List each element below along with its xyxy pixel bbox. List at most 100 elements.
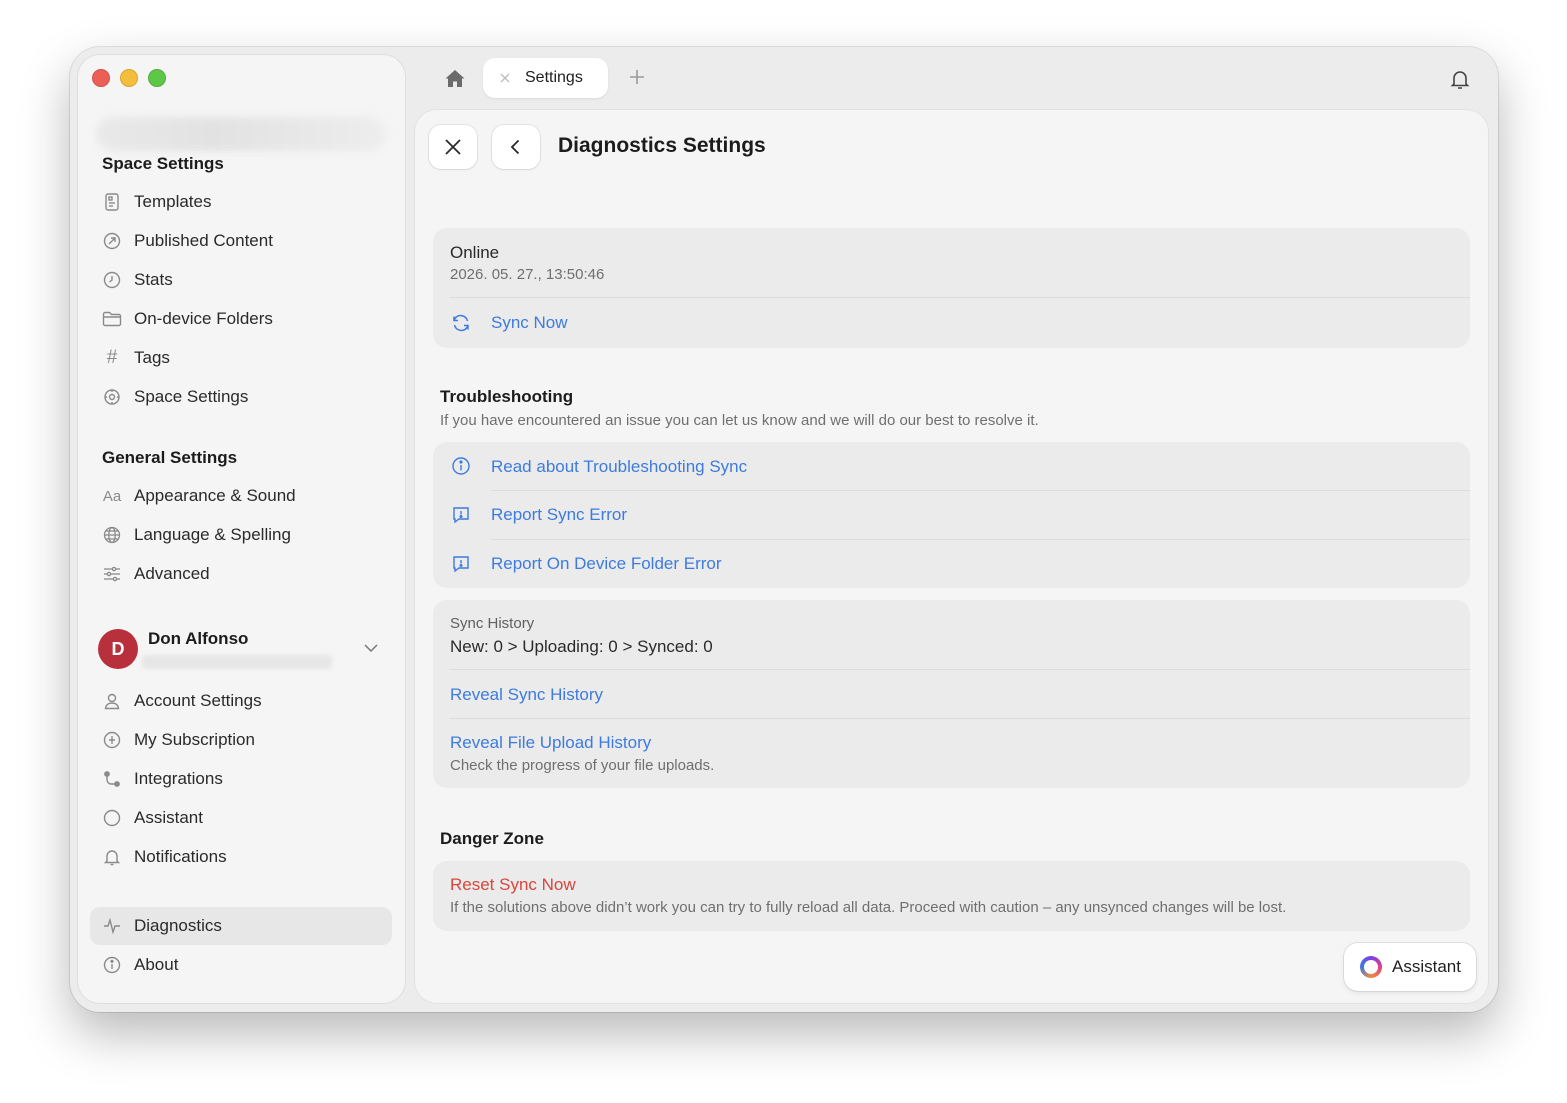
sliders-icon [102, 564, 122, 584]
person-icon [102, 691, 122, 711]
space-settings-heading: Space Settings [102, 154, 224, 173]
report-folder-error-row[interactable]: Report On Device Folder Error [433, 540, 1470, 588]
read-troubleshooting-link[interactable]: Read about Troubleshooting Sync [491, 457, 747, 477]
sidebar: Space Settings Templates Published Conte… [78, 55, 405, 1003]
report-icon [453, 556, 469, 573]
published-icon [102, 231, 122, 251]
sidebar-item-label: Stats [134, 270, 173, 289]
sidebar-item-label: Language & Spelling [134, 525, 291, 544]
sidebar-item-label: Published Content [134, 231, 273, 250]
report-sync-error-link[interactable]: Report Sync Error [491, 505, 627, 525]
reveal-sync-history-link[interactable]: Reveal Sync History [450, 685, 603, 705]
sidebar-item-label: Appearance & Sound [134, 486, 296, 505]
sync-icon [453, 314, 469, 332]
reveal-upload-history-row[interactable]: Reveal File Upload History Check the pro… [433, 719, 1470, 788]
reveal-upload-history-link[interactable]: Reveal File Upload History [450, 733, 651, 753]
reset-sync-link[interactable]: Reset Sync Now [450, 875, 576, 895]
folder-icon [102, 309, 122, 329]
tab-label: Settings [525, 69, 583, 86]
sidebar-item-notifications[interactable]: Notifications [90, 838, 392, 876]
sidebar-item-label: Space Settings [134, 387, 249, 406]
close-settings-button[interactable] [429, 125, 477, 169]
sync-status-card: Online 2026. 05. 27., 13:50:46 Sync Now [433, 228, 1470, 348]
sync-history-card: Sync History New: 0 > Uploading: 0 > Syn… [433, 600, 1470, 788]
sidebar-item-label: Assistant [134, 808, 203, 827]
general-settings-heading: General Settings [102, 448, 238, 467]
zoom-window-button[interactable] [148, 69, 166, 87]
sidebar-item-templates[interactable]: Templates [90, 183, 392, 221]
sidebar-item-my-subscription[interactable]: My Subscription [90, 721, 392, 759]
sidebar-item-label: Diagnostics [134, 916, 222, 935]
sidebar-item-stats[interactable]: Stats [90, 261, 392, 299]
troubleshooting-heading: Troubleshooting [440, 387, 574, 406]
chevron-down-icon[interactable] [362, 639, 380, 657]
profile-name: Don Alfonso [148, 629, 249, 648]
text-aa-icon: Aa [102, 487, 122, 505]
close-tab-icon[interactable] [499, 72, 511, 84]
sidebar-item-label: Advanced [134, 564, 210, 583]
sidebar-item-assistant[interactable]: Assistant [90, 799, 392, 837]
profile-email-redacted [142, 655, 332, 669]
sidebar-item-tags[interactable]: # Tags [90, 339, 392, 377]
bell-icon [102, 847, 122, 867]
window-controls [92, 69, 166, 87]
sidebar-item-published-content[interactable]: Published Content [90, 222, 392, 260]
page-title: Diagnostics Settings [558, 134, 766, 157]
assistant-ring-icon [1360, 956, 1382, 978]
sidebar-item-space-settings[interactable]: Space Settings [90, 378, 392, 416]
assistant-button[interactable]: Assistant [1344, 943, 1476, 991]
sidebar-item-integrations[interactable]: Integrations [90, 760, 392, 798]
globe-icon [102, 525, 122, 545]
home-icon[interactable] [443, 67, 467, 91]
sidebar-item-language-spelling[interactable]: Language & Spelling [90, 516, 392, 554]
info-icon [102, 955, 122, 975]
space-switcher[interactable] [96, 117, 386, 151]
report-icon [453, 507, 469, 524]
last-sync-timestamp: 2026. 05. 27., 13:50:46 [450, 266, 605, 283]
assistant-button-label: Assistant [1392, 957, 1461, 976]
gear-icon [102, 387, 122, 407]
report-sync-error-row[interactable]: Report Sync Error [433, 491, 1470, 539]
profile-switcher[interactable]: D Don Alfonso [98, 625, 388, 675]
sidebar-item-label: Integrations [134, 769, 223, 788]
minimize-window-button[interactable] [120, 69, 138, 87]
sidebar-item-label: Notifications [134, 847, 227, 866]
sidebar-item-diagnostics[interactable]: Diagnostics [90, 907, 392, 945]
notifications-bell-icon[interactable] [1448, 67, 1472, 91]
template-icon [102, 192, 122, 212]
reveal-sync-history-row[interactable]: Reveal Sync History [433, 670, 1470, 718]
tab-settings[interactable]: Settings [483, 58, 608, 98]
sync-now-link[interactable]: Sync Now [491, 313, 568, 333]
sync-history-counts: New: 0 > Uploading: 0 > Synced: 0 [450, 637, 713, 656]
subscription-icon [102, 730, 122, 750]
sidebar-item-about[interactable]: About [90, 946, 392, 984]
reset-sync-description: If the solutions above didn’t work you c… [450, 899, 1287, 916]
troubleshooting-card: Read about Troubleshooting Sync Report S… [433, 442, 1470, 588]
clock-icon [102, 270, 122, 290]
troubleshooting-description: If you have encountered an issue you can… [440, 412, 1039, 429]
sidebar-item-label: About [134, 955, 179, 974]
hash-icon: # [106, 347, 118, 368]
connection-status: Online [450, 243, 500, 262]
sidebar-item-label: Templates [134, 192, 212, 211]
sidebar-item-appearance-sound[interactable]: Aa Appearance & Sound [90, 477, 392, 515]
sync-now-row[interactable]: Sync Now [433, 298, 1470, 348]
avatar: D [98, 629, 138, 669]
sidebar-item-on-device-folders[interactable]: On-device Folders [90, 300, 392, 338]
sidebar-item-advanced[interactable]: Advanced [90, 555, 392, 593]
plus-icon[interactable] [627, 67, 647, 87]
report-folder-error-link[interactable]: Report On Device Folder Error [491, 554, 722, 574]
back-button[interactable] [492, 125, 540, 169]
read-troubleshooting-row[interactable]: Read about Troubleshooting Sync [433, 442, 1470, 490]
close-window-button[interactable] [92, 69, 110, 87]
pulse-icon [102, 916, 122, 936]
upload-history-description: Check the progress of your file uploads. [450, 757, 715, 774]
sidebar-item-label: Account Settings [134, 691, 262, 710]
danger-zone-card: Reset Sync Now If the solutions above di… [433, 861, 1470, 931]
app-window: Space Settings Templates Published Conte… [70, 47, 1498, 1012]
sidebar-item-label: On-device Folders [134, 309, 273, 328]
sidebar-item-account-settings[interactable]: Account Settings [90, 682, 392, 720]
chevron-left-icon [510, 139, 520, 155]
sidebar-item-label: Tags [134, 348, 170, 367]
circle-icon [102, 808, 122, 828]
